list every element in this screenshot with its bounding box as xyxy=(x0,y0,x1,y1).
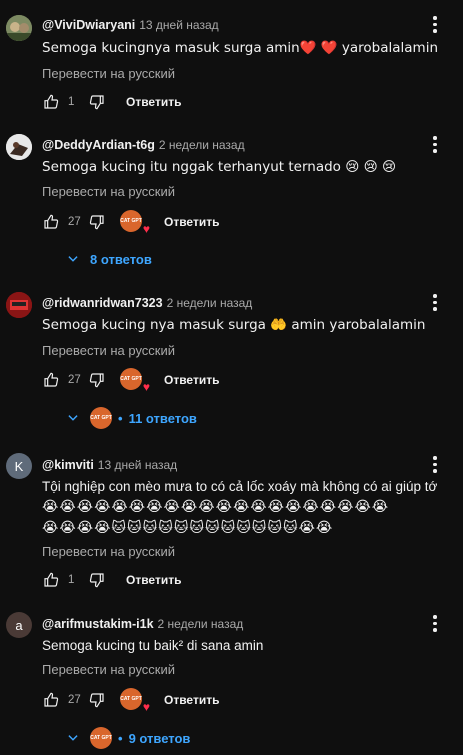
like-count: 27 xyxy=(68,216,81,228)
like-icon[interactable] xyxy=(42,691,60,709)
translate-link[interactable]: Перевести на русский xyxy=(42,184,175,199)
comment-actions: 27 CAT GPT ♥ Ответить xyxy=(42,368,219,394)
like-count: 27 xyxy=(68,374,81,386)
more-options-icon[interactable] xyxy=(432,615,438,632)
comment-actions: 27 CAT GPT ♥ Ответить xyxy=(42,210,219,236)
heart-icon: ♥ xyxy=(142,700,150,714)
comment-text-line-2: 😭😭😭😭😭😭😭😭😭😭😭😭😭😭😭😭😭😭😭😭 xyxy=(42,499,390,515)
comment-actions: 1 Ответить xyxy=(42,92,181,112)
dislike-icon[interactable] xyxy=(88,371,106,389)
avatar[interactable]: K xyxy=(6,453,32,479)
dislike-icon[interactable] xyxy=(88,571,106,589)
comment-header: @DeddyArdian-t6g 2 недели назад xyxy=(42,138,245,152)
comment-text-line-3: 😭😭😭😭🐱🐱🐱🐱🐱🐱🐱🐱🐱🐱🐱🐱😭😭 xyxy=(42,520,334,536)
creator-heart-badge: CAT GPT ♥ xyxy=(120,368,150,394)
translate-link[interactable]: Перевести на русский xyxy=(42,66,175,81)
like-count: 27 xyxy=(68,694,81,706)
chevron-down-icon xyxy=(68,415,78,421)
like-icon[interactable] xyxy=(42,213,60,231)
comment-actions: 1 Ответить xyxy=(42,570,181,590)
comment-text-line-1: Tội nghiệp con mèo mưa to có cả lốc xoáy… xyxy=(42,479,438,494)
comment-header: @ViviDwiaryani 13 дней назад xyxy=(42,18,219,32)
view-replies-button[interactable]: CAT GPT • 11 ответов xyxy=(66,407,197,429)
chevron-down-icon xyxy=(68,256,78,262)
dislike-icon[interactable] xyxy=(88,213,106,231)
like-icon[interactable] xyxy=(42,571,60,589)
comment-header: @ridwanridwan7323 2 недели назад xyxy=(42,296,252,310)
comment-actions: 27 CAT GPT ♥ Ответить xyxy=(42,688,219,714)
view-replies-button[interactable]: CAT GPT • 9 ответов xyxy=(66,727,190,749)
separator-dot: • xyxy=(118,410,123,426)
chevron-down-icon xyxy=(68,735,78,741)
creator-reply-avatar: CAT GPT xyxy=(90,407,112,429)
creator-avatar-icon: CAT GPT xyxy=(120,210,142,232)
avatar[interactable]: a xyxy=(6,612,32,638)
timestamp[interactable]: 2 недели назад xyxy=(167,296,253,310)
avatar[interactable] xyxy=(6,15,32,41)
dislike-icon[interactable] xyxy=(88,691,106,709)
comment-text: Semoga kucingnya masuk surga amin❤️ ❤️ y… xyxy=(42,40,438,56)
heart-icon: ♥ xyxy=(142,380,150,394)
reply-button[interactable]: Ответить xyxy=(164,693,219,707)
comment-header: @kimviti 13 дней назад xyxy=(42,458,177,472)
author-handle[interactable]: @ViviDwiaryani xyxy=(42,18,135,32)
creator-avatar-icon: CAT GPT xyxy=(120,368,142,390)
creator-reply-avatar: CAT GPT xyxy=(90,727,112,749)
author-handle[interactable]: @DeddyArdian-t6g xyxy=(42,138,155,152)
avatar-letter: a xyxy=(15,617,23,633)
author-handle[interactable]: @kimviti xyxy=(42,458,94,472)
timestamp[interactable]: 2 недели назад xyxy=(158,617,244,631)
avatar-letter: K xyxy=(14,458,24,474)
translate-link[interactable]: Перевести на русский xyxy=(42,343,175,358)
reply-button[interactable]: Ответить xyxy=(126,573,181,587)
comment-text: Semoga kucing itu nggak terhanyut ternad… xyxy=(42,159,397,175)
creator-heart-badge: CAT GPT ♥ xyxy=(120,688,150,714)
more-options-icon[interactable] xyxy=(432,136,438,153)
comment-text: Semoga kucing tu baik² di sana amin xyxy=(42,638,264,653)
dislike-icon[interactable] xyxy=(88,93,106,111)
replies-count: 8 ответов xyxy=(90,251,152,267)
timestamp[interactable]: 13 дней назад xyxy=(139,18,218,32)
replies-count: 9 ответов xyxy=(128,730,191,746)
reply-button[interactable]: Ответить xyxy=(126,95,181,109)
comment-header: @arifmustakim-i1k 2 недели назад xyxy=(42,617,243,631)
heart-icon: ♥ xyxy=(142,222,150,236)
like-icon[interactable] xyxy=(42,93,60,111)
reply-button[interactable]: Ответить xyxy=(164,215,219,229)
separator-dot: • xyxy=(118,730,123,746)
timestamp[interactable]: 13 дней назад xyxy=(98,458,177,472)
like-count: 1 xyxy=(68,574,75,586)
author-handle[interactable]: @ridwanridwan7323 xyxy=(42,296,163,310)
translate-link[interactable]: Перевести на русский xyxy=(42,544,175,559)
like-count: 1 xyxy=(68,96,75,108)
more-options-icon[interactable] xyxy=(432,16,438,33)
comment-text: Semoga kucing nya masuk surga 🤲 amin yar… xyxy=(42,317,426,333)
creator-avatar-icon: CAT GPT xyxy=(120,688,142,710)
creator-heart-badge: CAT GPT ♥ xyxy=(120,210,150,236)
avatar[interactable] xyxy=(6,292,32,318)
reply-button[interactable]: Ответить xyxy=(164,373,219,387)
translate-link[interactable]: Перевести на русский xyxy=(42,662,175,677)
replies-count: 11 ответов xyxy=(128,410,197,426)
avatar[interactable] xyxy=(6,134,32,160)
timestamp[interactable]: 2 недели назад xyxy=(159,138,245,152)
author-handle[interactable]: @arifmustakim-i1k xyxy=(42,617,154,631)
more-options-icon[interactable] xyxy=(432,294,438,311)
more-options-icon[interactable] xyxy=(432,456,438,473)
view-replies-button[interactable]: 8 ответов xyxy=(66,248,152,270)
like-icon[interactable] xyxy=(42,371,60,389)
